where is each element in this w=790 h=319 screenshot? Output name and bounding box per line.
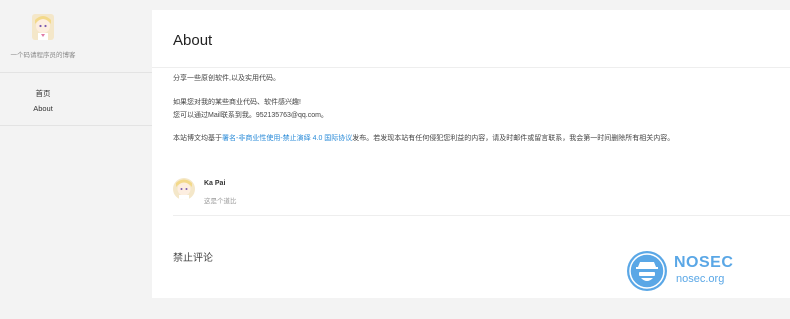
comments-status: 禁止评论 <box>173 253 213 264</box>
license-link[interactable]: 署名-非商业性使用-禁止演绎 4.0 国际协议 <box>222 135 352 142</box>
nosec-logo-icon <box>627 251 667 291</box>
divider <box>173 215 790 216</box>
contact-text: 您可以通过Mail联系到我。952135763@qq.com。 <box>173 112 328 119</box>
author-avatar[interactable] <box>173 178 195 200</box>
divider <box>0 72 152 73</box>
site-avatar[interactable] <box>32 14 54 40</box>
site-description: 一个码请程序员的博客 <box>10 52 76 59</box>
watermark-name: NOSEC <box>674 254 734 271</box>
sidebar: 一个码请程序员的博客 首页 About <box>0 0 152 319</box>
nav-item-about[interactable]: About <box>0 104 86 113</box>
license-prefix: 本站博文均基于 <box>173 135 222 142</box>
intro-text: 分享一些原创软件,以及实用代码。 <box>173 75 280 82</box>
license-suffix: 发布。若发现本站有任何侵犯您利益的内容，请及时邮件或留言联系，我会第一时间删除所… <box>352 135 675 142</box>
watermark: NOSEC nosec.org <box>627 251 767 297</box>
divider <box>152 67 790 68</box>
divider <box>0 125 152 126</box>
interest-text: 如果您对我的某些商业代码、软件感兴趣! <box>173 99 301 106</box>
author-name[interactable]: Ka Pai <box>204 180 225 187</box>
page-title: About <box>173 32 213 49</box>
license-text: 本站博文均基于署名-非商业性使用-禁止演绎 4.0 国际协议发布。若发现本站有任… <box>173 133 674 143</box>
author-bio: 这是个道比 <box>204 198 237 205</box>
watermark-url: nosec.org <box>676 273 725 285</box>
nav-item-home[interactable]: 首页 <box>0 88 86 99</box>
